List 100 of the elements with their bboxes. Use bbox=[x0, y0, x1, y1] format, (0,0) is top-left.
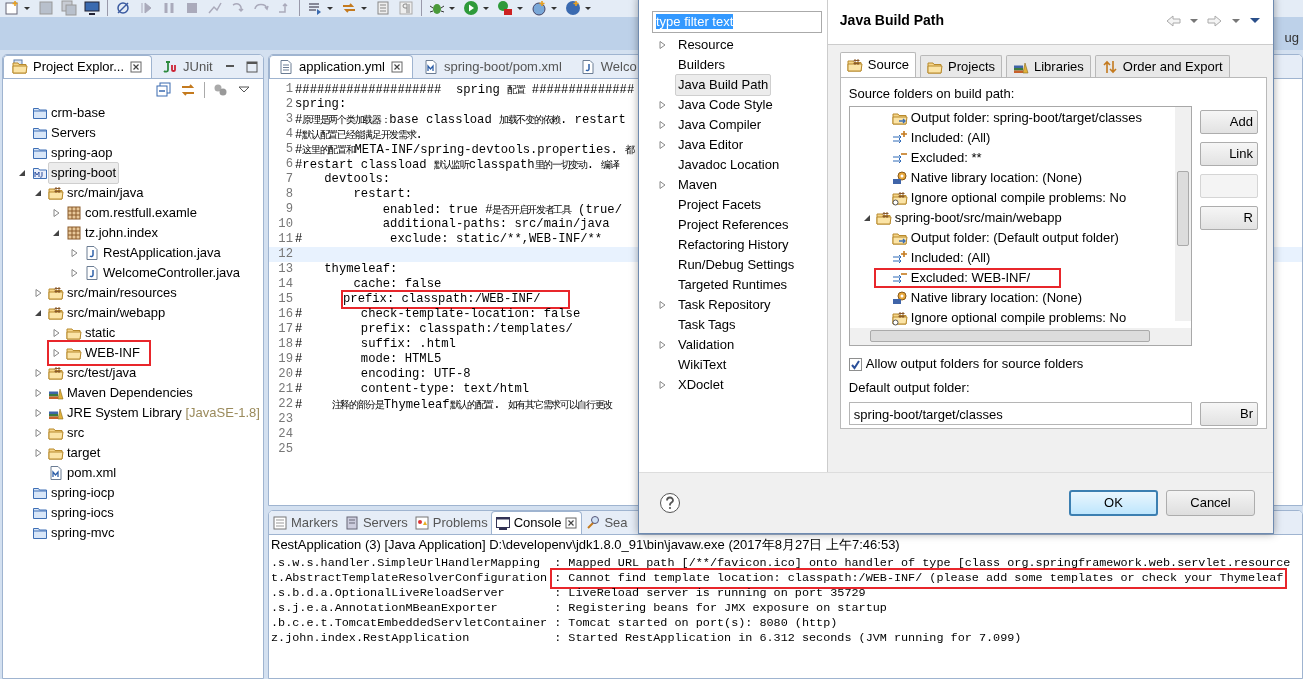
tab[interactable]: Project Explor... bbox=[3, 55, 153, 78]
tree-item[interactable]: Excluded: ** bbox=[907, 147, 985, 169]
save-icon[interactable] bbox=[38, 0, 54, 16]
tab[interactable]: Welco bbox=[571, 55, 645, 78]
expand-arrow-icon[interactable] bbox=[33, 428, 43, 438]
tree-item[interactable]: spring-iocp bbox=[48, 482, 118, 504]
save-all-icon[interactable] bbox=[61, 0, 77, 16]
tree-item[interactable]: crm-base bbox=[48, 102, 109, 124]
side-button[interactable]: Link bbox=[1200, 142, 1258, 166]
expand-arrow-icon[interactable] bbox=[51, 208, 61, 218]
horizontal-scrollbar[interactable] bbox=[849, 328, 1191, 345]
collapse-arrow-icon[interactable] bbox=[33, 308, 43, 318]
nav-item[interactable]: Builders bbox=[675, 54, 728, 76]
tab[interactable]: Console bbox=[490, 511, 583, 534]
side-button[interactable]: R bbox=[1200, 206, 1258, 230]
checkbox-label[interactable]: Allow output folders for source folders bbox=[865, 354, 1084, 374]
tree-item[interactable]: Included: (All) bbox=[907, 127, 994, 149]
tree-item[interactable]: spring-boot/src/main/webapp bbox=[891, 207, 1065, 229]
tree-item[interactable]: Servers bbox=[48, 122, 99, 144]
tree-item[interactable]: src bbox=[64, 422, 88, 444]
tab[interactable]: application.yml bbox=[269, 55, 413, 78]
tree-item[interactable]: src/main/resources bbox=[64, 282, 180, 304]
side-button[interactable]: Add bbox=[1200, 110, 1258, 134]
nav-item[interactable]: Validation bbox=[675, 334, 738, 356]
dropdown-caret-icon[interactable] bbox=[550, 4, 558, 12]
browse-button[interactable]: Br bbox=[1200, 402, 1258, 426]
nav-item[interactable]: Project Facets bbox=[675, 194, 765, 216]
dropdown-caret-icon[interactable] bbox=[326, 4, 334, 12]
tree-item[interactable]: tz.john.index bbox=[82, 222, 161, 244]
expand-arrow-icon[interactable] bbox=[33, 388, 43, 398]
tree-item[interactable]: Output folder: (Default output folder) bbox=[907, 227, 1122, 249]
close-icon[interactable] bbox=[564, 516, 579, 530]
expand-arrow-icon[interactable] bbox=[657, 100, 667, 110]
dropdown-caret-icon[interactable] bbox=[448, 4, 456, 12]
expand-arrow-icon[interactable] bbox=[33, 368, 43, 378]
dropdown-caret-icon[interactable] bbox=[516, 4, 524, 12]
vertical-scrollbar[interactable] bbox=[1175, 107, 1191, 321]
nav-item[interactable]: Task Repository bbox=[675, 294, 774, 316]
nav-item[interactable]: Javadoc Location bbox=[675, 154, 783, 176]
dialog-button[interactable]: OK bbox=[1069, 489, 1158, 516]
settings-icon[interactable] bbox=[213, 82, 229, 98]
tree-item[interactable]: Included: (All) bbox=[907, 247, 994, 269]
tree-item[interactable]: static bbox=[82, 322, 119, 344]
expand-arrow-icon[interactable] bbox=[33, 288, 43, 298]
tree-item[interactable]: Ignore optional compile problems: No bbox=[907, 307, 1130, 329]
globe-icon[interactable] bbox=[531, 0, 547, 16]
back-icon[interactable] bbox=[1165, 12, 1181, 29]
dropdown-caret-icon[interactable] bbox=[360, 4, 368, 12]
tab[interactable]: Libraries bbox=[1006, 55, 1091, 77]
dropdown-caret-icon[interactable] bbox=[23, 4, 31, 12]
page-icon[interactable] bbox=[375, 0, 391, 16]
stop-icon[interactable] bbox=[184, 0, 200, 16]
run-config-icon[interactable] bbox=[497, 0, 513, 16]
collapse-arrow-icon[interactable] bbox=[33, 188, 43, 198]
dropdown-caret-icon[interactable] bbox=[482, 4, 490, 12]
expand-arrow-icon[interactable] bbox=[51, 348, 61, 358]
link-editor-icon[interactable] bbox=[180, 82, 196, 98]
collapse-arrow-icon[interactable] bbox=[17, 168, 27, 178]
tree-item[interactable]: Maven Dependencies bbox=[64, 382, 196, 404]
tree-item[interactable]: spring-mvc bbox=[48, 522, 118, 544]
nav-item[interactable]: Task Tags bbox=[675, 314, 739, 336]
nav-item[interactable]: Java Compiler bbox=[675, 114, 765, 136]
plugin-icon[interactable] bbox=[565, 0, 581, 16]
tab[interactable]: spring-boot/pom.xml bbox=[415, 55, 570, 78]
resume-icon[interactable] bbox=[138, 0, 154, 16]
tree-item[interactable]: WEB-INF bbox=[82, 342, 143, 364]
collapse-arrow-icon[interactable] bbox=[51, 228, 61, 238]
nav-item[interactable]: WikiText bbox=[675, 354, 730, 376]
tab[interactable]: JUnit bbox=[154, 55, 221, 78]
skip-icon[interactable] bbox=[115, 0, 131, 16]
expand-arrow-icon[interactable] bbox=[657, 120, 667, 130]
nav-item[interactable]: Java Editor bbox=[675, 134, 747, 156]
nav-item[interactable]: Refactoring History bbox=[675, 234, 792, 256]
tree-item[interactable]: Excluded: WEB-INF/ bbox=[907, 267, 1034, 289]
nav-item[interactable]: Resource bbox=[675, 34, 737, 56]
forward-icon[interactable] bbox=[1207, 12, 1223, 29]
nav-item[interactable]: Maven bbox=[675, 174, 721, 196]
maximize-icon[interactable] bbox=[244, 60, 259, 74]
expand-arrow-icon[interactable] bbox=[33, 408, 43, 418]
disconnect-icon[interactable] bbox=[207, 0, 223, 16]
expand-arrow-icon[interactable] bbox=[657, 380, 667, 390]
expand-arrow-icon[interactable] bbox=[33, 448, 43, 458]
tree-item[interactable]: Native library location: (None) bbox=[907, 167, 1086, 189]
tab[interactable]: Problems bbox=[410, 511, 491, 534]
tree-item[interactable]: spring-boot bbox=[48, 162, 120, 184]
tab[interactable]: Sea bbox=[582, 511, 631, 534]
nav-item[interactable]: Project References bbox=[675, 214, 792, 236]
tab[interactable]: Source bbox=[839, 52, 917, 77]
tree-item[interactable]: RestApplication.java bbox=[100, 242, 224, 264]
paragraph-icon[interactable] bbox=[398, 0, 414, 16]
tab[interactable]: Servers bbox=[340, 511, 411, 534]
tree-item[interactable]: com.restfull.examle bbox=[82, 202, 200, 224]
expand-arrow-icon[interactable] bbox=[657, 40, 667, 50]
checkbox[interactable] bbox=[848, 357, 862, 371]
perspective-label[interactable]: ug bbox=[1284, 28, 1299, 48]
tree-item[interactable]: Ignore optional compile problems: No bbox=[907, 187, 1130, 209]
nav-item[interactable]: Java Code Style bbox=[675, 94, 776, 116]
tree-item[interactable]: Output folder: spring-boot/target/classes bbox=[907, 107, 1146, 129]
list-icon[interactable] bbox=[307, 0, 323, 16]
expand-arrow-icon[interactable] bbox=[69, 248, 79, 258]
